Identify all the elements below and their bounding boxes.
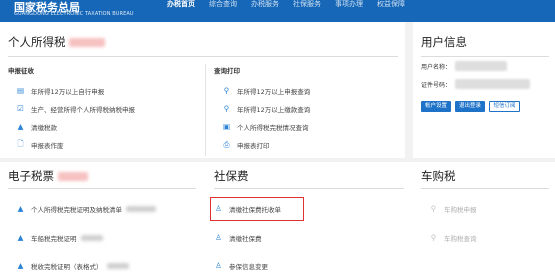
column-divider <box>205 64 206 156</box>
menu-item-insurance-change[interactable]: ♙ 参保信息变更 <box>214 257 268 274</box>
menu-item-label: 申报表打印 <box>237 141 270 150</box>
menu-item-payment-query[interactable]: ⚲ 年所得12万以上缴款查询 <box>222 100 311 117</box>
apply-section-title: 申报征收 <box>8 67 34 75</box>
menu-item-label: 车船税完税证明 <box>31 234 77 243</box>
user-icon: ▲ <box>17 204 24 213</box>
redacted-mark <box>126 205 156 212</box>
menu-item-label: 税收完税证明（表格式） <box>31 262 103 271</box>
search-icon: ⚲ <box>223 104 230 113</box>
search-icon: ⚲ <box>223 86 230 95</box>
document-icon: ▣ <box>222 122 231 131</box>
menu-item-label: 个人所得税完税证明及纳税清单 <box>31 205 122 214</box>
nav-item-query[interactable]: 综合查询 <box>202 0 244 22</box>
menu-item-label: 申报表作废 <box>31 141 64 150</box>
redacted-mark <box>69 38 106 47</box>
divider <box>8 188 196 189</box>
redacted-mark <box>80 234 103 241</box>
tax-form-icon: ▤ <box>16 86 25 95</box>
document-icon: 🗋 <box>17 139 24 148</box>
menu-item-label: 年所得12万以上申报查询 <box>237 87 311 96</box>
menu-item-label: 车购税申报 <box>444 205 477 214</box>
social-security-title: 社保费 <box>214 169 249 183</box>
account-settings-button[interactable]: 帐户设置 <box>421 101 451 112</box>
person-icon: ♙ <box>215 204 222 213</box>
user-info-title: 用户信息 <box>421 35 467 49</box>
vehicle-tax-title: 车购税 <box>421 169 456 183</box>
divider <box>421 188 549 189</box>
redacted-mark <box>106 262 129 269</box>
person-icon: ♙ <box>215 261 222 270</box>
menu-item-pay-social-security[interactable]: ♙ 清缴社保费 <box>214 229 262 246</box>
menu-item-label: 清缴社保费 <box>229 234 262 243</box>
menu-item-tax-status-query[interactable]: ▣ 个人所得税完税情况查询 <box>222 118 309 135</box>
personal-tax-title: 个人所得税 <box>8 34 106 50</box>
nav-item-home[interactable]: 办税首页 <box>160 0 202 22</box>
search-icon: ⚲ <box>430 204 437 213</box>
divider <box>8 56 398 57</box>
id-number-value-redacted <box>455 79 530 89</box>
menu-item-vehicle-tax-query[interactable]: ⚲ 车购税查询 <box>429 229 477 246</box>
menu-item-declare-query[interactable]: ⚲ 年所得12万以上申报查询 <box>222 82 311 99</box>
menu-item-label: 清缴社保费托收单 <box>229 205 281 214</box>
logo-subtitle: GUANGDONG ELECTRONIC TAXATION BUREAU <box>14 11 134 17</box>
redacted-mark <box>57 172 88 181</box>
user-icon: ▲ <box>17 122 24 131</box>
menu-item-label: 年所得12万以上缴款查询 <box>237 105 311 114</box>
menu-item-vehicle-tax-declare[interactable]: ⚲ 车购税申报 <box>429 200 477 217</box>
menu-item-label: 年所得12万以上自行申报 <box>31 87 105 96</box>
logout-button[interactable]: 退出登录 <box>455 101 485 112</box>
nav-item-rights[interactable]: 权益保障 <box>370 0 412 22</box>
divider <box>421 56 549 57</box>
nav-item-matters[interactable]: 事项办理 <box>328 0 370 22</box>
person-icon: ♙ <box>215 233 222 242</box>
checkbox-icon: ☑ <box>17 104 24 113</box>
nav-item-social[interactable]: 社保服务 <box>286 0 328 22</box>
main-nav: 办税首页 综合查询 办税服务 社保服务 事项办理 权益保障 <box>160 0 412 22</box>
e-tax-title: 电子税票 <box>8 168 88 184</box>
menu-item-label: 生产、经营所得个人所得税纳税申报 <box>31 105 135 114</box>
menu-item-label: 个人所得税完税情况查询 <box>237 123 309 132</box>
menu-item-void-form[interactable]: 🗋 申报表作废 <box>16 136 64 153</box>
username-label: 用户名称： <box>421 64 452 71</box>
menu-item-vehicle-certificate[interactable]: ▲ 车船税完税证明 <box>16 229 103 246</box>
search-icon: ⚲ <box>430 233 437 242</box>
menu-item-tax-certificate[interactable]: ▲ 个人所得税完税证明及纳税清单 <box>16 200 156 217</box>
menu-item-label: 参保信息变更 <box>229 262 268 271</box>
nav-item-service[interactable]: 办税服务 <box>244 0 286 22</box>
menu-item-self-declare[interactable]: ▤ 年所得12万以上自行申报 <box>16 82 104 99</box>
menu-item-label: 车购税查询 <box>444 234 477 243</box>
menu-item-business-declare[interactable]: ☑ 生产、经营所得个人所得税纳税申报 <box>16 100 135 117</box>
menu-item-pay-tax[interactable]: ▲ 清缴税款 <box>16 118 57 135</box>
id-number-label: 证件号码： <box>421 82 452 89</box>
menu-item-collection-slip[interactable]: ♙ 清缴社保费托收单 <box>214 200 281 217</box>
query-section-title: 查询打印 <box>214 67 240 75</box>
menu-item-label: 清缴税款 <box>31 123 57 132</box>
menu-item-table-certificate[interactable]: ▲ 税收完税证明（表格式） <box>16 257 129 274</box>
divider <box>214 188 404 189</box>
username-value-redacted <box>455 61 507 71</box>
top-bar: 国家税务总局 GUANGDONG ELECTRONIC TAXATION BUR… <box>0 0 555 22</box>
printer-icon: ⎙ <box>223 139 230 149</box>
user-icon: ▲ <box>17 261 24 270</box>
menu-item-print-form[interactable]: ⎙ 申报表打印 <box>222 136 270 153</box>
user-icon: ▲ <box>17 233 24 242</box>
sms-subscribe-button[interactable]: 短信订阅 <box>489 101 520 112</box>
